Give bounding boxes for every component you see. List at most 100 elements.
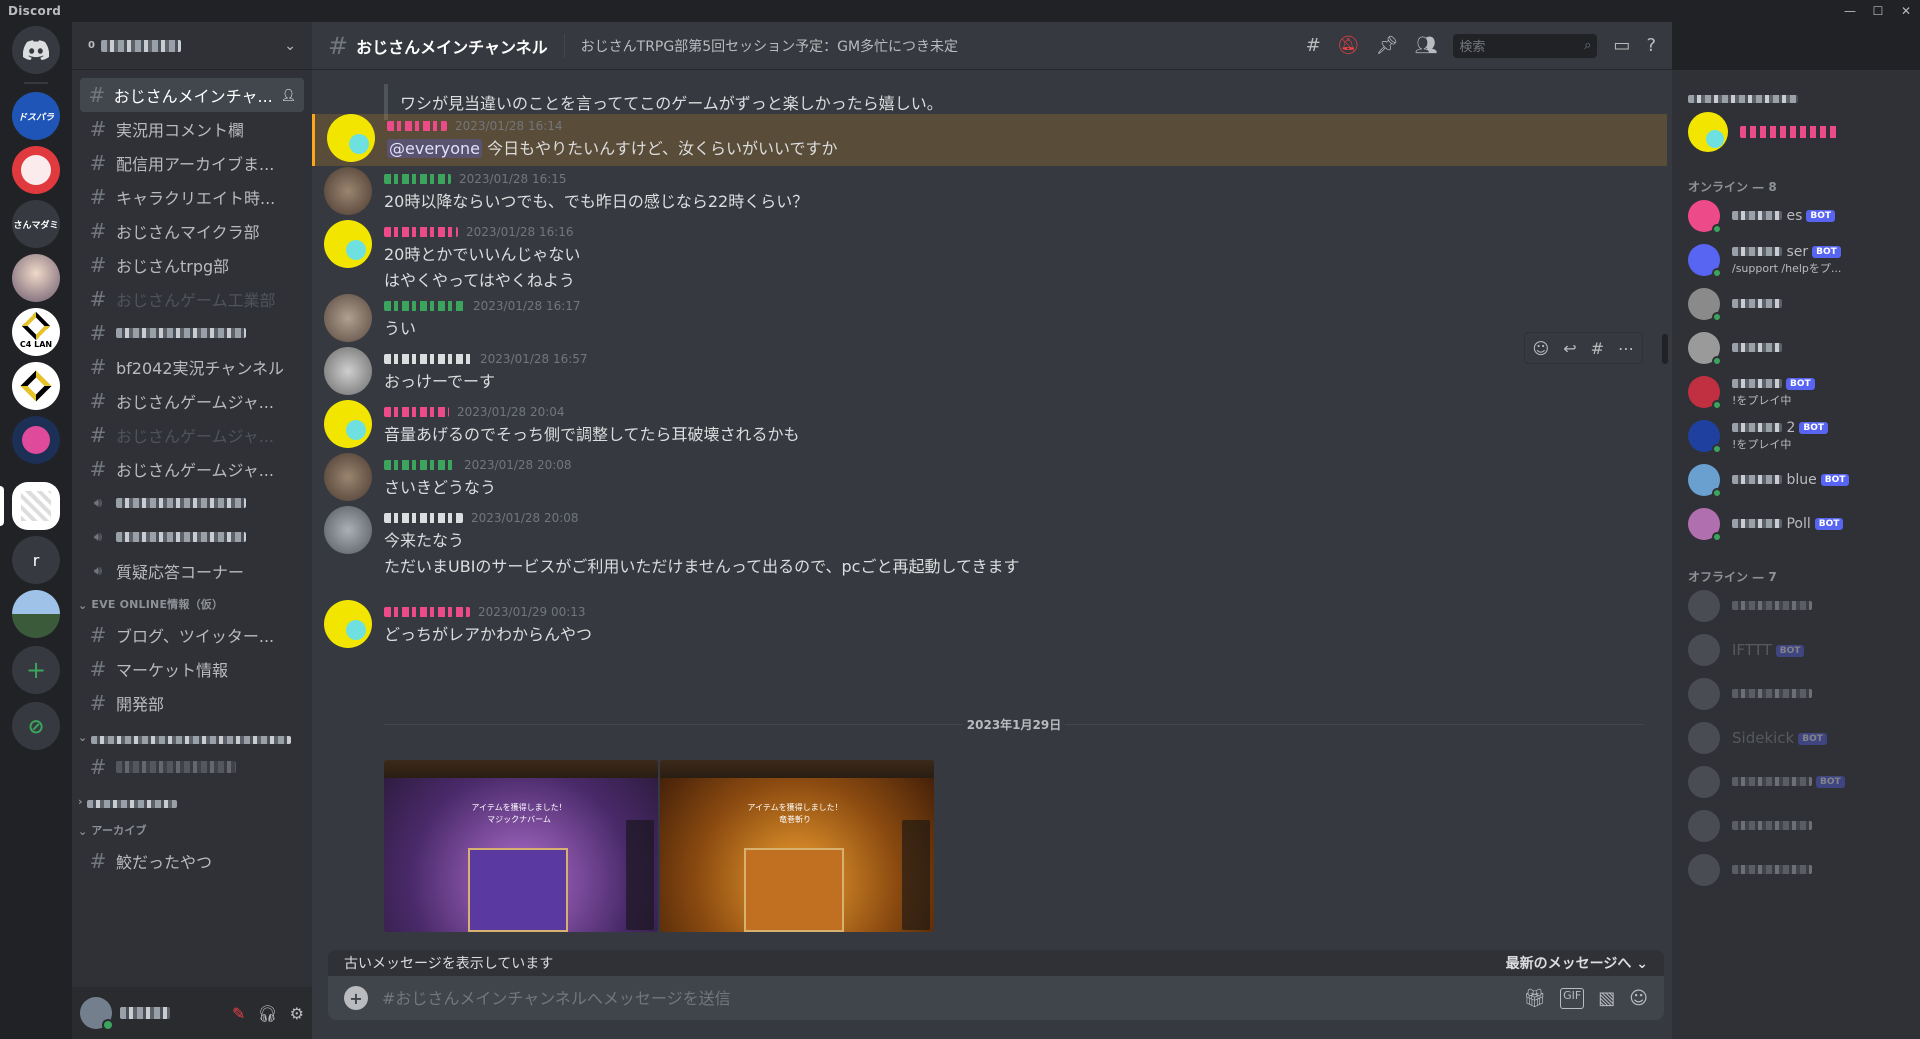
inbox-icon[interactable]: ▭ <box>1613 35 1630 56</box>
image-attachment[interactable]: アイテムを獲得しました！ マジックナバーム <box>384 760 658 932</box>
channel-item[interactable]: # おじさんゲーム工業部 <box>80 282 304 316</box>
author-name-redacted[interactable] <box>384 354 472 364</box>
channel-item[interactable]: # bf2042実況チャンネル <box>80 350 304 384</box>
old-messages-bar[interactable]: 古いメッセージを表示しています 最新のメッセージへ ⌄ <box>328 950 1664 976</box>
create-thread-icon[interactable]: # <box>1591 339 1604 358</box>
member-item[interactable] <box>1680 672 1912 716</box>
channel-item[interactable]: # おじさんゲームジャ... <box>80 452 304 486</box>
help-icon[interactable]: ? <box>1646 35 1656 56</box>
author-name-redacted[interactable] <box>384 460 456 470</box>
pin-icon[interactable]: 📌︎ <box>1376 35 1399 56</box>
minimize-icon[interactable]: — <box>1836 0 1864 22</box>
category-redacted-1[interactable]: ⌄ <box>72 720 312 750</box>
channel-item[interactable]: # 鮫だったやつ <box>80 844 304 878</box>
member-item[interactable]: IFTTT BOT <box>1680 628 1912 672</box>
more-options-icon[interactable]: ⋯ <box>1618 339 1634 358</box>
add-reaction-icon[interactable]: ☺ <box>1533 339 1550 358</box>
chevron-down-icon[interactable]: ⌄ <box>284 38 296 54</box>
avatar[interactable] <box>324 453 372 501</box>
author-name-redacted[interactable] <box>384 301 465 311</box>
member-item[interactable]: Poll BOT <box>1680 502 1912 546</box>
server-icon-current[interactable] <box>12 482 60 530</box>
avatar[interactable] <box>324 347 372 395</box>
channel-item[interactable]: # キャラクリエイト時... <box>80 180 304 214</box>
image-attachment[interactable]: アイテムを獲得しました！ 竜巻斬り <box>660 760 934 932</box>
channel-item[interactable]: # おじさんマイクラ部 <box>80 214 304 248</box>
channel-item[interactable]: 🔊︎ <box>80 486 304 520</box>
member-item[interactable]: Sidekick BOT <box>1680 716 1912 760</box>
author-name-redacted[interactable] <box>384 607 470 617</box>
member-item[interactable]: BOT <box>1680 760 1912 804</box>
channel-item[interactable]: # 開発部 <box>80 686 304 720</box>
channel-topic[interactable]: おじさんTRPG部第5回セッション予定：GM多忙につき未定 <box>581 36 958 56</box>
category-archive[interactable]: ⌄ アーカイブ <box>72 814 312 844</box>
member-item[interactable] <box>1680 282 1912 326</box>
avatar[interactable] <box>80 997 114 1031</box>
channel-item[interactable]: # おじさんゲームジャ... <box>80 384 304 418</box>
message[interactable]: 2023/01/28 16:57 おっけーでーす <box>312 347 1667 399</box>
sticker-icon[interactable]: ▧ <box>1598 988 1615 1009</box>
category-redacted-2[interactable]: › <box>72 784 312 814</box>
message[interactable]: 2023/01/28 20:08 今来たなう ただいまUBIのサービスがご利用いただ… <box>312 506 1667 584</box>
avatar[interactable] <box>324 400 372 448</box>
avatar[interactable] <box>324 506 372 554</box>
invite-icon[interactable]: 👤︎ <box>281 88 296 102</box>
channel-item[interactable]: # おじさんtrpg部 <box>80 248 304 282</box>
message-input[interactable] <box>382 988 1510 1008</box>
threads-icon[interactable]: # <box>1306 35 1321 56</box>
emoji-icon[interactable]: ☺ <box>1629 988 1648 1009</box>
author-name-redacted[interactable] <box>387 121 447 131</box>
author-name-redacted[interactable] <box>384 174 451 184</box>
category-eve[interactable]: ⌄ EVE ONLINE情報（仮） <box>72 588 312 618</box>
avatar[interactable] <box>327 114 375 162</box>
home-button[interactable] <box>12 26 60 74</box>
jump-to-present-button[interactable]: 最新のメッセージへ ⌄ <box>1506 953 1648 973</box>
avatar[interactable] <box>324 600 372 648</box>
message[interactable]: 2023/01/28 16:14 @everyone 今日もやりたいんすけど、汝く… <box>312 114 1667 166</box>
maximize-icon[interactable]: ☐ <box>1864 0 1892 22</box>
author-name-redacted[interactable] <box>384 227 458 237</box>
message[interactable]: 2023/01/28 16:15 20時以降ならいつでも、でも昨日の感じなら22時… <box>312 167 1667 219</box>
member-item[interactable] <box>1680 848 1912 892</box>
member-item[interactable]: BOT !をプレイ中 <box>1680 370 1912 414</box>
close-icon[interactable]: ✕ <box>1892 0 1920 22</box>
message[interactable]: 2023/01/29 00:13 どっちがレアかわからんやつ <box>312 600 1667 652</box>
everyone-mention[interactable]: @everyone <box>387 139 482 158</box>
avatar[interactable] <box>324 167 372 215</box>
member-item[interactable] <box>1680 804 1912 848</box>
channel-item[interactable]: # マーケット情報 <box>80 652 304 686</box>
avatar[interactable] <box>324 294 372 342</box>
server-icon-1[interactable]: ドスパラ <box>12 92 60 140</box>
mute-mic-icon[interactable]: ✎ <box>232 1004 245 1023</box>
channel-item[interactable]: # 配信用アーカイブま... <box>80 146 304 180</box>
channel-item[interactable]: 🔊︎ <box>80 520 304 554</box>
member-item[interactable]: blue BOT <box>1680 458 1912 502</box>
gif-icon[interactable]: GIF <box>1560 987 1585 1009</box>
channel-item[interactable]: # <box>80 316 304 350</box>
settings-gear-icon[interactable]: ⚙ <box>290 1004 304 1023</box>
channel-redacted[interactable]: # <box>80 750 304 784</box>
search-input[interactable]: 検索 ⌕ <box>1453 33 1598 58</box>
message[interactable]: 2023/01/28 20:04 音量あげるのでそっち側で調整してたら耳破壊される… <box>312 400 1667 452</box>
channel-item[interactable]: # ブログ、ツイッター... <box>80 618 304 652</box>
gift-icon[interactable]: 🎁︎ <box>1523 988 1546 1009</box>
server-header[interactable]: 0 ⌄ <box>72 22 312 70</box>
member-item[interactable]: 2 BOT !をプレイ中 <box>1680 414 1912 458</box>
author-name-redacted[interactable] <box>384 513 463 523</box>
server-icon-7[interactable] <box>12 416 60 464</box>
server-icon-3[interactable]: さんマダミ <box>12 200 60 248</box>
member-item[interactable] <box>1680 110 1912 154</box>
message[interactable]: 2023/01/28 16:17 うい <box>312 294 1667 346</box>
message[interactable]: 2023/01/28 20:08 さいきどうなう <box>312 453 1667 505</box>
explore-servers-icon[interactable]: ⊘ <box>12 702 60 750</box>
channel-item[interactable]: # 実況用コメント欄 <box>80 112 304 146</box>
add-server-button[interactable]: + <box>12 646 60 694</box>
add-attachment-icon[interactable]: + <box>344 986 368 1010</box>
server-icon-r[interactable]: r <box>12 536 60 584</box>
server-icon-2[interactable] <box>12 146 60 194</box>
channel-item[interactable]: 🔊︎ 質疑応答コーナー <box>80 554 304 588</box>
message[interactable]: 2023/01/28 16:16 20時とかでいいんじゃない はやくやってはやくねよ… <box>312 220 1667 298</box>
channel-item[interactable]: # おじさんメインチャ... 👤︎ <box>80 78 304 112</box>
member-item[interactable]: ser BOT/support /helpをプ... <box>1680 238 1912 282</box>
reply-icon[interactable]: ↩ <box>1563 339 1576 358</box>
